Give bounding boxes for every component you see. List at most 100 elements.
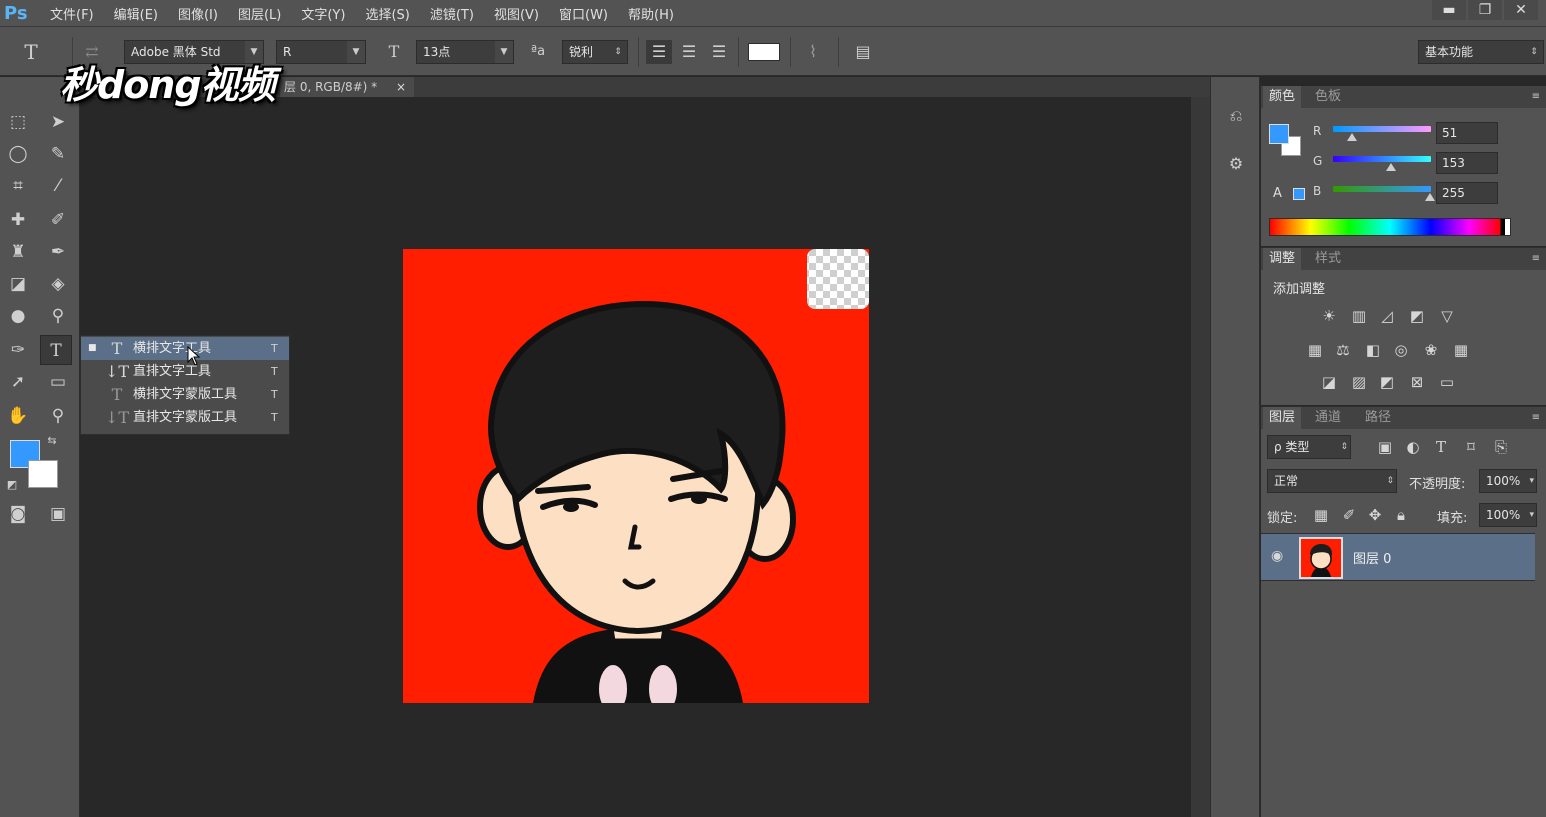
channel-mixer-icon[interactable]: ❀ — [1419, 338, 1443, 362]
color-balance-icon[interactable]: ⚖ — [1331, 338, 1355, 362]
path-select-tool-icon[interactable]: ➚ — [2, 367, 34, 397]
character-panel-icon[interactable]: ▤ — [850, 40, 876, 64]
vertical-scrollbar[interactable] — [1191, 97, 1210, 817]
align-left-icon[interactable]: ☰ — [646, 40, 672, 64]
color-spectrum-ramp[interactable] — [1269, 218, 1511, 236]
menu-window[interactable]: 窗口(W) — [549, 4, 618, 23]
swap-colors-icon[interactable]: ⇆ — [42, 431, 62, 451]
close-icon[interactable]: × — [396, 77, 406, 97]
eraser-tool-icon[interactable]: ◪ — [2, 269, 34, 299]
channel-b-value[interactable]: 255 — [1436, 182, 1498, 204]
filter-pixel-icon[interactable]: ▣ — [1373, 435, 1397, 459]
quick-select-tool-icon[interactable]: ✎ — [42, 139, 74, 169]
tab-channels[interactable]: 通道 — [1309, 407, 1347, 429]
channel-b-slider[interactable] — [1333, 186, 1431, 192]
menu-edit[interactable]: 编辑(E) — [104, 4, 168, 23]
zoom-tool-icon[interactable]: ⚲ — [42, 401, 74, 431]
minimize-button[interactable]: ▬ — [1432, 0, 1466, 20]
document-tab[interactable]: 层 0, RGB/8#) * × — [280, 77, 414, 97]
dodge-tool-icon[interactable]: ⚲ — [42, 301, 74, 331]
photo-filter-icon[interactable]: ◎ — [1389, 338, 1413, 362]
lock-position-icon[interactable]: ✥ — [1363, 503, 1387, 527]
filter-smart-object-icon[interactable]: ⎘ — [1489, 435, 1513, 459]
posterize-icon[interactable]: ▨ — [1347, 370, 1371, 394]
gradient-map-icon[interactable]: ▭ — [1435, 370, 1459, 394]
properties-panel-icon[interactable]: ⚙ — [1223, 151, 1249, 177]
channel-r-value[interactable]: 51 — [1436, 122, 1498, 144]
restore-button[interactable]: ❐ — [1468, 0, 1502, 20]
crop-tool-icon[interactable]: ⌗ — [2, 171, 34, 201]
workspace-select[interactable]: 基本功能 ⇕ — [1418, 40, 1544, 64]
levels-icon[interactable]: ▥ — [1347, 304, 1371, 328]
filter-adjustment-icon[interactable]: ◐ — [1401, 435, 1425, 459]
align-center-icon[interactable]: ☰ — [676, 40, 702, 64]
channel-r-slider[interactable] — [1333, 126, 1431, 132]
brush-tool-icon[interactable]: ✐ — [42, 205, 74, 235]
marquee-tool-icon[interactable]: ⬚ — [2, 107, 34, 137]
channel-b-thumb[interactable] — [1425, 193, 1435, 201]
paint-bucket-tool-icon[interactable]: ◈ — [42, 269, 74, 299]
blend-mode-select[interactable]: 正常 ⇕ — [1267, 469, 1397, 493]
lock-image-icon[interactable]: ✐ — [1337, 503, 1361, 527]
panel-menu-icon[interactable]: ≡ — [1532, 86, 1540, 108]
font-style-select[interactable]: R ▼ — [276, 40, 366, 64]
tab-paths[interactable]: 路径 — [1359, 407, 1397, 429]
panel-menu-icon[interactable]: ≡ — [1532, 407, 1540, 429]
font-size-select[interactable]: 13点 ▼ — [416, 40, 514, 64]
tab-swatches[interactable]: 色板 — [1309, 86, 1347, 108]
invert-icon[interactable]: ◪ — [1317, 370, 1341, 394]
color-lookup-icon[interactable]: ▦ — [1449, 338, 1473, 362]
brightness-contrast-icon[interactable]: ☀ — [1317, 304, 1341, 328]
menu-image[interactable]: 图像(I) — [168, 4, 228, 23]
flyout-item-horizontal-type-mask[interactable]: T 横排文字蒙版工具 T — [81, 383, 289, 406]
black-white-icon[interactable]: ◧ — [1361, 338, 1385, 362]
default-colors-icon[interactable]: ◩ — [2, 475, 22, 495]
lock-transparent-icon[interactable]: ▦ — [1309, 503, 1333, 527]
healing-brush-tool-icon[interactable]: ✚ — [2, 205, 34, 235]
eyedropper-tool-icon[interactable]: ⁄ — [42, 171, 74, 201]
type-tool-icon[interactable]: T — [40, 335, 72, 365]
exposure-icon[interactable]: ◩ — [1405, 304, 1429, 328]
layer-row[interactable]: ◉ 图层 0 — [1261, 533, 1535, 581]
history-panel-icon[interactable]: ⎌ — [1223, 103, 1249, 129]
menu-layer[interactable]: 图层(L) — [228, 4, 291, 23]
flyout-item-horizontal-type[interactable]: ■ T 横排文字工具 T — [81, 337, 289, 360]
quick-mask-icon[interactable]: ◙ — [2, 499, 34, 529]
hand-tool-icon[interactable]: ✋ — [2, 401, 34, 431]
layer-filter-select[interactable]: ρ 类型 ⇕ — [1267, 435, 1351, 459]
tab-adjustments[interactable]: 调整 — [1263, 248, 1302, 270]
lasso-tool-icon[interactable]: ◯ — [2, 139, 34, 169]
filter-type-icon[interactable]: T — [1429, 435, 1453, 459]
channel-g-value[interactable]: 153 — [1436, 152, 1498, 174]
background-color-swatch[interactable] — [28, 460, 58, 488]
close-button[interactable]: ✕ — [1504, 0, 1538, 20]
lock-all-icon[interactable]: 🔒︎ — [1389, 503, 1413, 527]
history-brush-tool-icon[interactable]: ✒ — [42, 237, 74, 267]
tab-layers[interactable]: 图层 — [1263, 407, 1302, 429]
menu-file[interactable]: 文件(F) — [40, 4, 104, 23]
move-tool-icon[interactable]: ➤ — [42, 107, 74, 137]
type-tool-preset-icon[interactable]: T — [14, 40, 48, 64]
panel-menu-icon[interactable]: ≡ — [1532, 248, 1540, 270]
curves-icon[interactable]: ◿ — [1375, 304, 1399, 328]
channel-r-thumb[interactable] — [1347, 133, 1357, 141]
align-right-icon[interactable]: ☰ — [706, 40, 732, 64]
screen-mode-icon[interactable]: ▣ — [42, 499, 74, 529]
text-color-swatch[interactable] — [748, 43, 780, 61]
channel-g-thumb[interactable] — [1386, 163, 1396, 171]
menu-view[interactable]: 视图(V) — [484, 4, 549, 23]
menu-type[interactable]: 文字(Y) — [291, 4, 355, 23]
channel-g-slider[interactable] — [1333, 156, 1431, 162]
artwork-image[interactable] — [403, 249, 869, 703]
vibrance-icon[interactable]: ▽ — [1435, 304, 1459, 328]
opacity-field[interactable]: 100% ▾ — [1479, 469, 1537, 493]
hue-saturation-icon[interactable]: ▦ — [1303, 338, 1327, 362]
eye-visibility-icon[interactable]: ◉ — [1271, 548, 1283, 564]
rectangle-tool-icon[interactable]: ▭ — [42, 367, 74, 397]
layer-name[interactable]: 图层 0 — [1353, 548, 1391, 567]
flyout-item-vertical-type[interactable]: ↓T 直排文字工具 T — [81, 360, 289, 383]
clone-stamp-tool-icon[interactable]: ♜ — [2, 237, 34, 267]
tab-color[interactable]: 颜色 — [1263, 86, 1302, 108]
menu-help[interactable]: 帮助(H) — [618, 4, 684, 23]
flyout-item-vertical-type-mask[interactable]: ↓T 直排文字蒙版工具 T — [81, 406, 289, 429]
